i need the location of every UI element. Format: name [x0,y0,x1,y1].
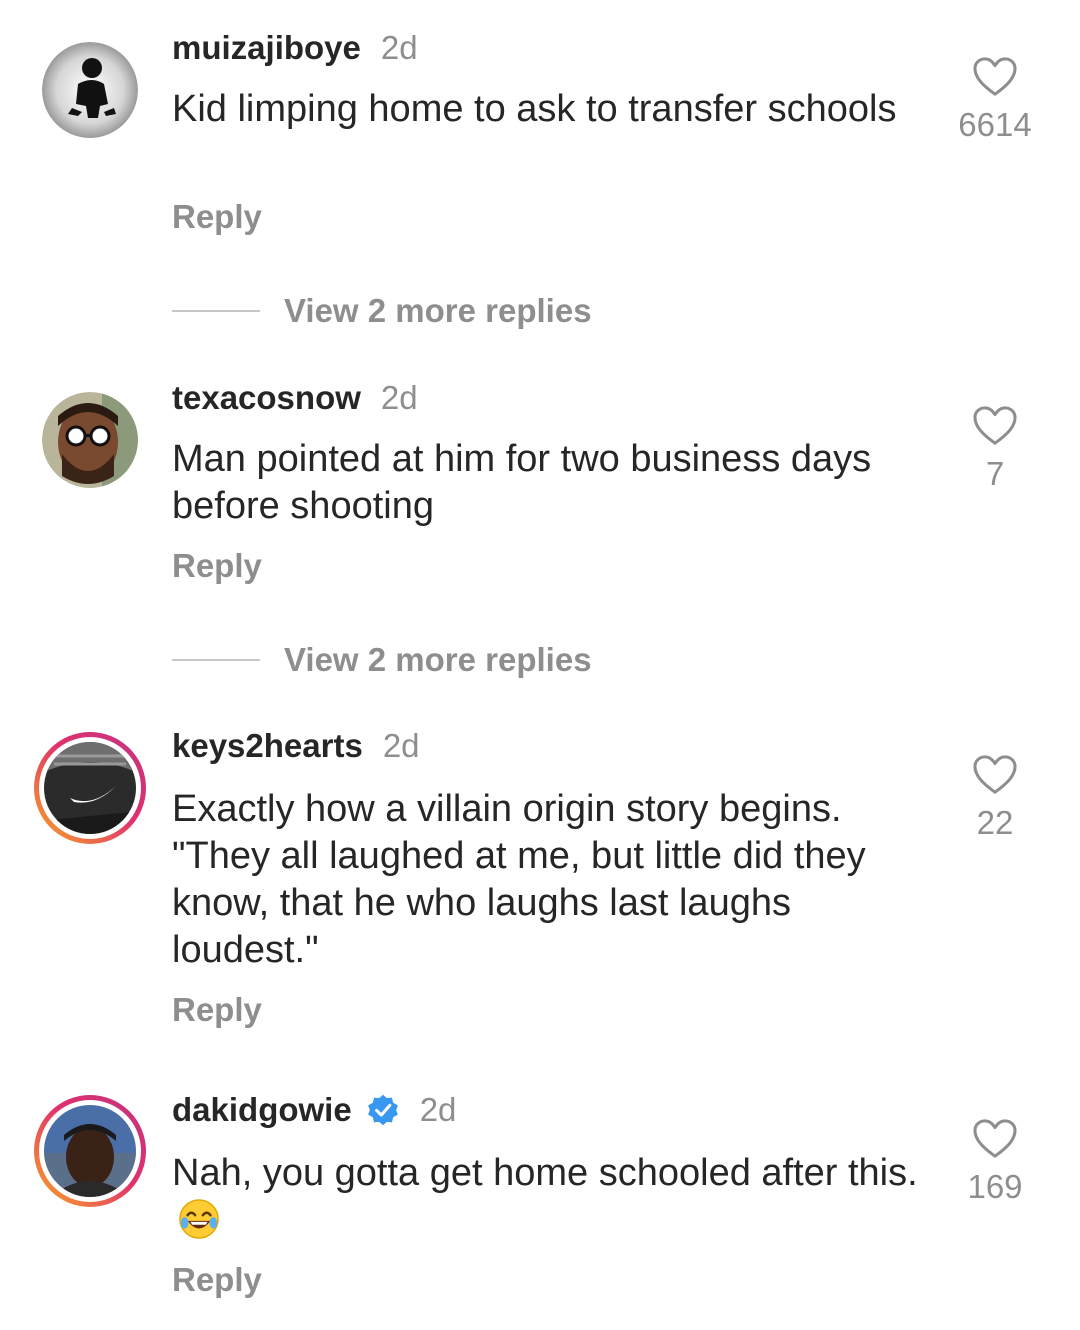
comment-text: Nah, you gotta get home schooled after t… [172,1150,932,1244]
comment-meta: texacosnow 2d [172,378,418,418]
timestamp: 2d [419,1091,457,1128]
comment-meta: keys2hearts 2d [172,726,420,766]
comment-text: Kid limping home to ask to transfer scho… [172,88,897,130]
heart-icon[interactable] [972,1118,1018,1160]
avatar-inner [39,1100,141,1202]
view-more-label: View 2 more replies [284,292,592,329]
like-group: 7 [940,405,1050,493]
reply-button[interactable]: Reply [172,991,262,1029]
like-count: 7 [985,455,1005,492]
comment-meta: dakidgowie 2d [172,1090,456,1130]
view-more-label: View 2 more replies [284,641,592,678]
heart-icon[interactable] [972,754,1018,796]
verified-badge-icon [367,1094,398,1126]
like-count: 169 [967,1168,1023,1205]
username[interactable]: dakidgowie [172,1090,352,1130]
heart-icon[interactable] [972,405,1018,447]
avatar[interactable] [34,732,146,844]
laughing-emoji-icon [179,1199,219,1239]
reply-button[interactable]: Reply [172,198,262,236]
view-more-replies-button[interactable]: View 2 more replies [172,292,592,330]
avatar[interactable] [42,392,138,488]
avatar[interactable] [42,42,138,138]
comment-text: Exactly how a villain origin story begin… [172,788,866,971]
divider [172,659,260,661]
timestamp: 2d [382,727,420,764]
divider [172,310,260,312]
like-group: 6614 [940,56,1050,144]
comment-meta: muizajiboye 2d [172,28,418,68]
reply-button[interactable]: Reply [172,547,262,585]
avatar-inner [39,737,141,839]
like-count: 6614 [958,106,1032,143]
heart-icon[interactable] [972,56,1018,98]
avatar[interactable] [34,1095,146,1207]
username[interactable]: muizajiboye [172,28,361,68]
view-more-replies-button[interactable]: View 2 more replies [172,641,592,679]
timestamp: 2d [380,29,418,66]
comment-text-content: Nah, you gotta get home schooled after t… [172,1152,918,1194]
username[interactable]: texacosnow [172,378,361,418]
reply-button[interactable]: Reply [172,1261,262,1299]
like-group: 169 [940,1118,1050,1206]
username[interactable]: keys2hearts [172,726,363,766]
like-group: 22 [940,754,1050,842]
like-count: 22 [976,804,1014,841]
timestamp: 2d [380,379,418,416]
comment-text: Man pointed at him for two business days… [172,438,872,527]
